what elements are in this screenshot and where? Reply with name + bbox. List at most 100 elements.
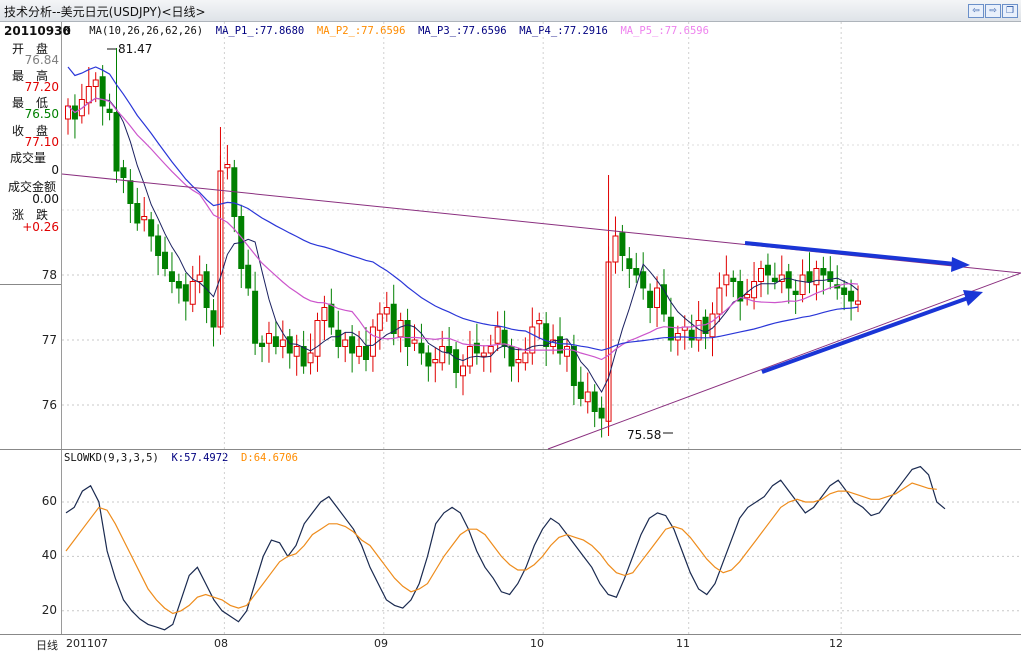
candle-body	[162, 251, 169, 269]
candle-body	[120, 167, 127, 178]
kd-legend: SLOWKD(9,3,3,5) K:57.4972 D:64.6706	[64, 452, 298, 464]
x-label-201107: 201107	[66, 637, 108, 650]
candle-body	[460, 365, 467, 377]
kd-d-line	[65, 482, 937, 615]
candle-body	[252, 290, 259, 344]
candle-body	[182, 284, 189, 302]
restore-icon[interactable]: ❐	[1002, 4, 1018, 18]
x-label-09: 09	[374, 637, 388, 650]
candle-body	[487, 346, 494, 354]
candle-body	[300, 346, 307, 367]
candle-body	[660, 284, 667, 315]
candle-body	[841, 287, 848, 295]
candle-body	[349, 336, 356, 354]
candle-body	[293, 346, 300, 357]
candle-body	[508, 346, 515, 367]
candle-body	[210, 310, 217, 328]
candle-body	[778, 274, 785, 282]
candle-body	[78, 99, 85, 117]
next-icon[interactable]: ⇨	[985, 4, 1001, 18]
info-open-value: 76.84	[24, 53, 59, 67]
x-label-10: 10	[530, 637, 544, 650]
candle-body	[113, 112, 120, 172]
candle-body	[737, 281, 744, 302]
candle-body	[799, 274, 806, 295]
candle-body	[633, 268, 640, 276]
legend-ma-params: MA(10,26,26,62,26)	[89, 25, 204, 37]
legend-ma-p1: MA_P1_:77.8680	[215, 25, 305, 37]
candle-body	[65, 105, 71, 120]
info-low-value: 76.50	[24, 107, 59, 121]
price-chart[interactable]: 81.47 75.58	[0, 0, 1021, 654]
candle-body	[522, 352, 529, 364]
kd-tick-40: 40	[41, 548, 57, 562]
y-tick-78: 78	[41, 268, 57, 282]
ma-slow-line	[67, 66, 859, 351]
x-label-11: 11	[676, 637, 690, 650]
legend-k: K	[64, 25, 71, 37]
low-annotation: 75.58	[627, 428, 661, 442]
pane-separator	[0, 449, 1021, 450]
candle-body	[99, 76, 106, 107]
candle-body	[674, 333, 681, 341]
info-volume-value: 0	[51, 163, 59, 177]
candle-body	[563, 346, 570, 357]
candle-body	[432, 359, 439, 364]
candle-body	[536, 320, 543, 325]
kd-tick-20: 20	[41, 603, 57, 617]
candle-body	[813, 268, 820, 286]
candle-body	[730, 277, 737, 282]
candle-body	[425, 352, 432, 367]
candle-body	[855, 300, 862, 305]
ma-mid-line	[67, 97, 859, 361]
candle-body	[626, 258, 633, 269]
info-close-value: 77.10	[24, 135, 59, 149]
arrow-upper-head	[951, 257, 970, 272]
candle-body	[148, 219, 155, 237]
info-volume-label: 成交量	[10, 151, 47, 165]
candle-body	[612, 235, 619, 263]
ma-fast-line	[67, 97, 859, 394]
x-label-12: 12	[829, 637, 843, 650]
candle-body	[820, 268, 827, 276]
candle-body	[723, 274, 730, 286]
candle-body	[92, 79, 99, 87]
candle-body	[466, 346, 473, 367]
kd-tick-60: 60	[41, 494, 57, 508]
candle-body	[286, 336, 293, 354]
candle-body	[501, 329, 508, 347]
y-tick-76: 76	[41, 398, 57, 412]
candle-body	[175, 281, 182, 289]
candle-body	[543, 323, 550, 347]
candle-body	[667, 316, 674, 341]
legend-ma-p2: MA_P2_:77.6596	[316, 25, 406, 37]
candle-body	[806, 271, 813, 282]
arrow-lower-head	[963, 290, 983, 306]
candle-body	[695, 320, 702, 341]
window-title: 技术分析--美元日元(USDJPY)<日线>	[4, 5, 206, 19]
candle-body	[453, 349, 460, 373]
legend-ma-p5: MA_P5_:77.6596	[620, 25, 709, 37]
candle-body	[85, 86, 92, 104]
info-separator	[0, 284, 61, 285]
candle-body	[473, 342, 480, 354]
candle-body	[141, 216, 148, 221]
candle-body	[362, 346, 369, 360]
candle-body	[640, 271, 647, 289]
candle-body	[106, 108, 113, 113]
arrow-upper-line	[744, 241, 956, 266]
candle-body	[702, 316, 709, 334]
candle-body	[217, 170, 224, 328]
info-date: 20110930	[4, 24, 71, 38]
candle-body	[196, 274, 203, 282]
prev-icon[interactable]: ⇦	[968, 4, 984, 18]
candle-body	[238, 216, 245, 269]
candle-body	[356, 346, 363, 357]
candle-body	[321, 307, 328, 321]
candle-body	[411, 339, 418, 344]
candle-body	[744, 294, 751, 299]
candle-body	[584, 391, 591, 403]
candle-body	[771, 277, 778, 282]
kd-d-value: D:64.6706	[241, 452, 298, 464]
info-panel: 20110930 开 盘 76.84 最 高 77.20 最 低 76.50 收…	[0, 22, 71, 634]
